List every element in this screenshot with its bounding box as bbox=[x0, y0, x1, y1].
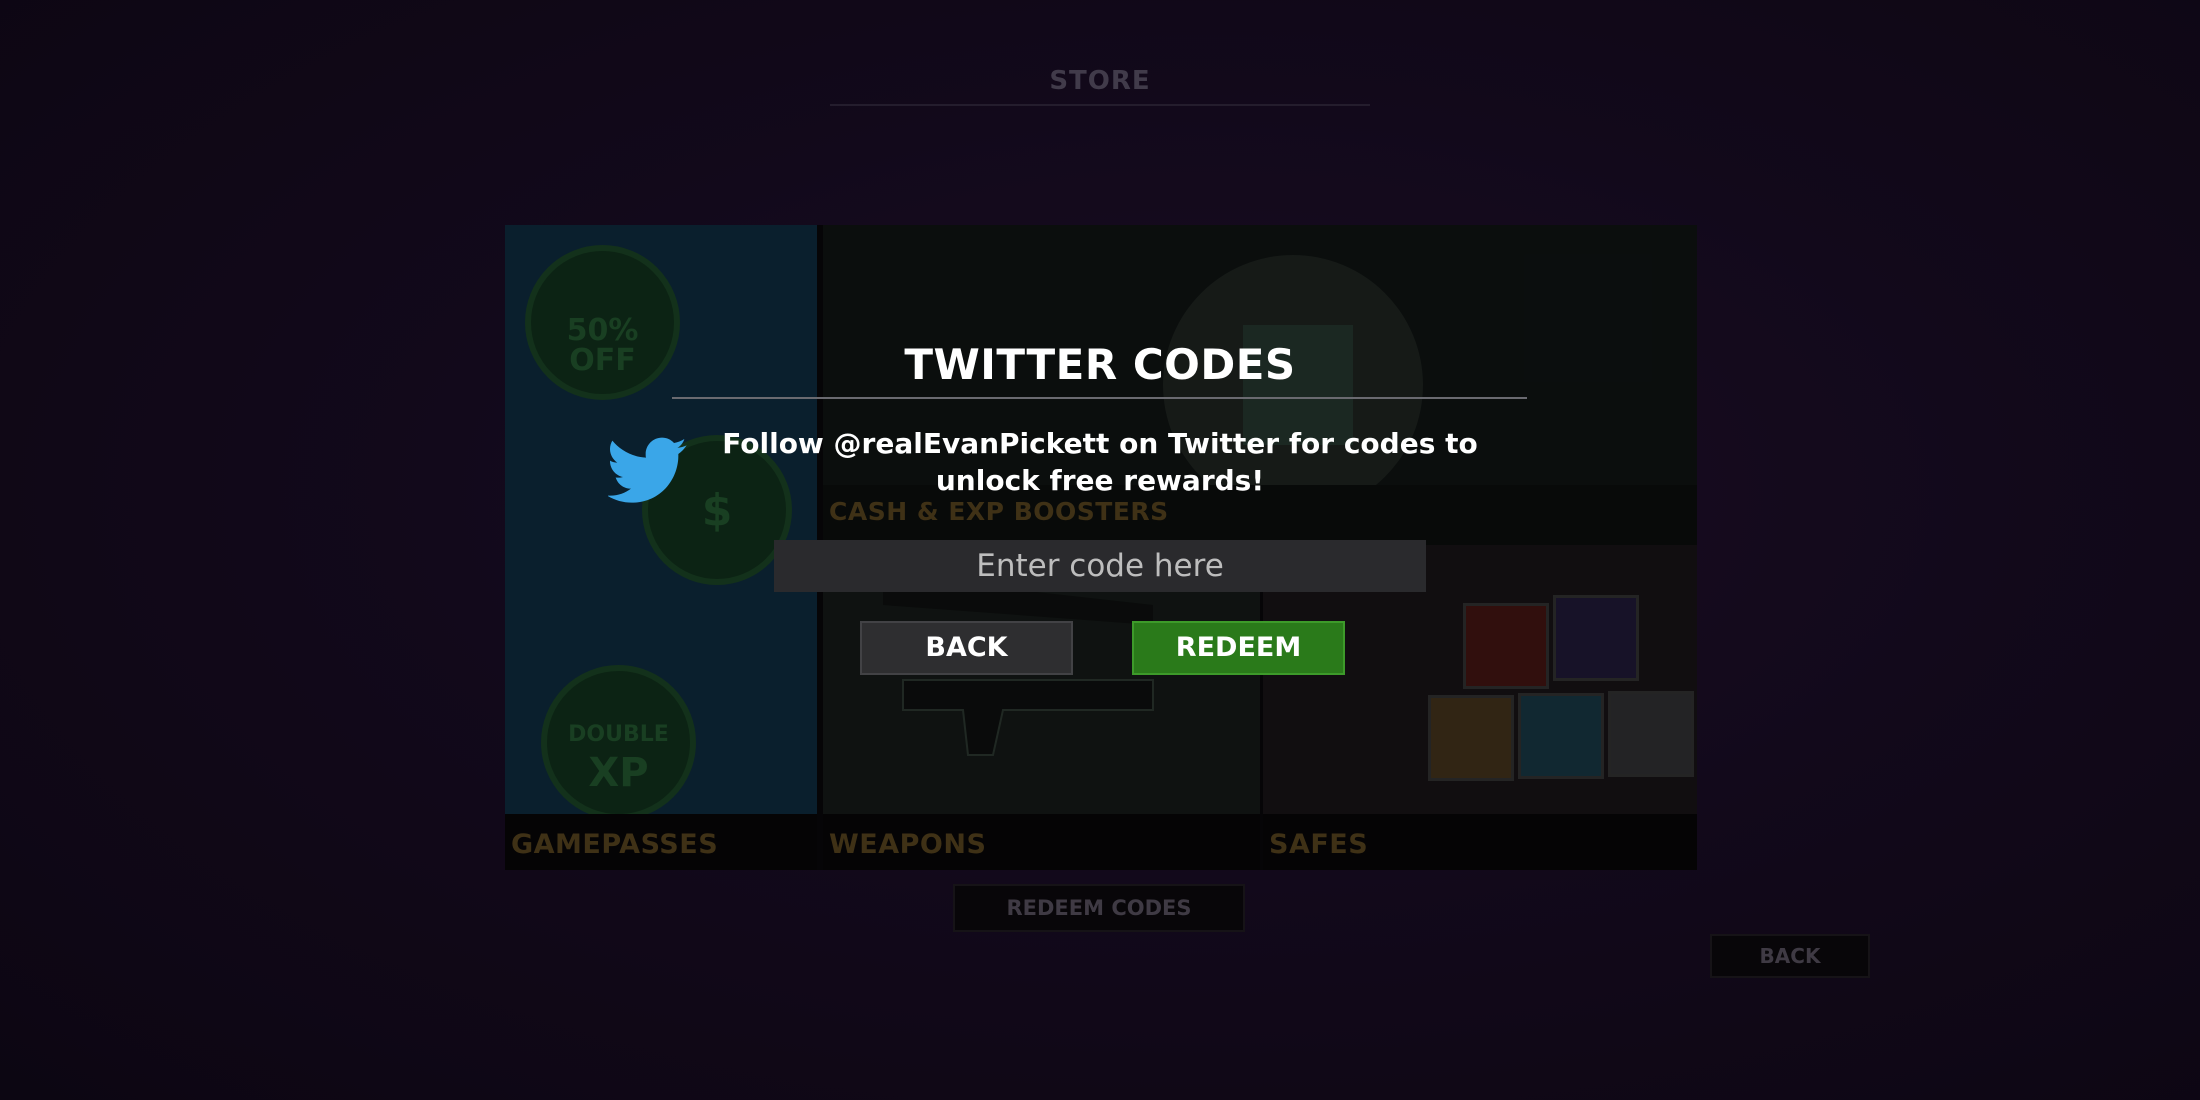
twitter-bird-icon bbox=[608, 437, 687, 503]
code-input[interactable] bbox=[774, 540, 1426, 592]
modal-title-divider bbox=[672, 397, 1527, 399]
modal-back-button[interactable]: BACK bbox=[860, 621, 1073, 675]
modal-title: TWITTER CODES bbox=[904, 340, 1296, 389]
redeem-button[interactable]: REDEEM bbox=[1132, 621, 1345, 675]
modal-description: Follow @realEvanPickett on Twitter for c… bbox=[722, 427, 1478, 497]
